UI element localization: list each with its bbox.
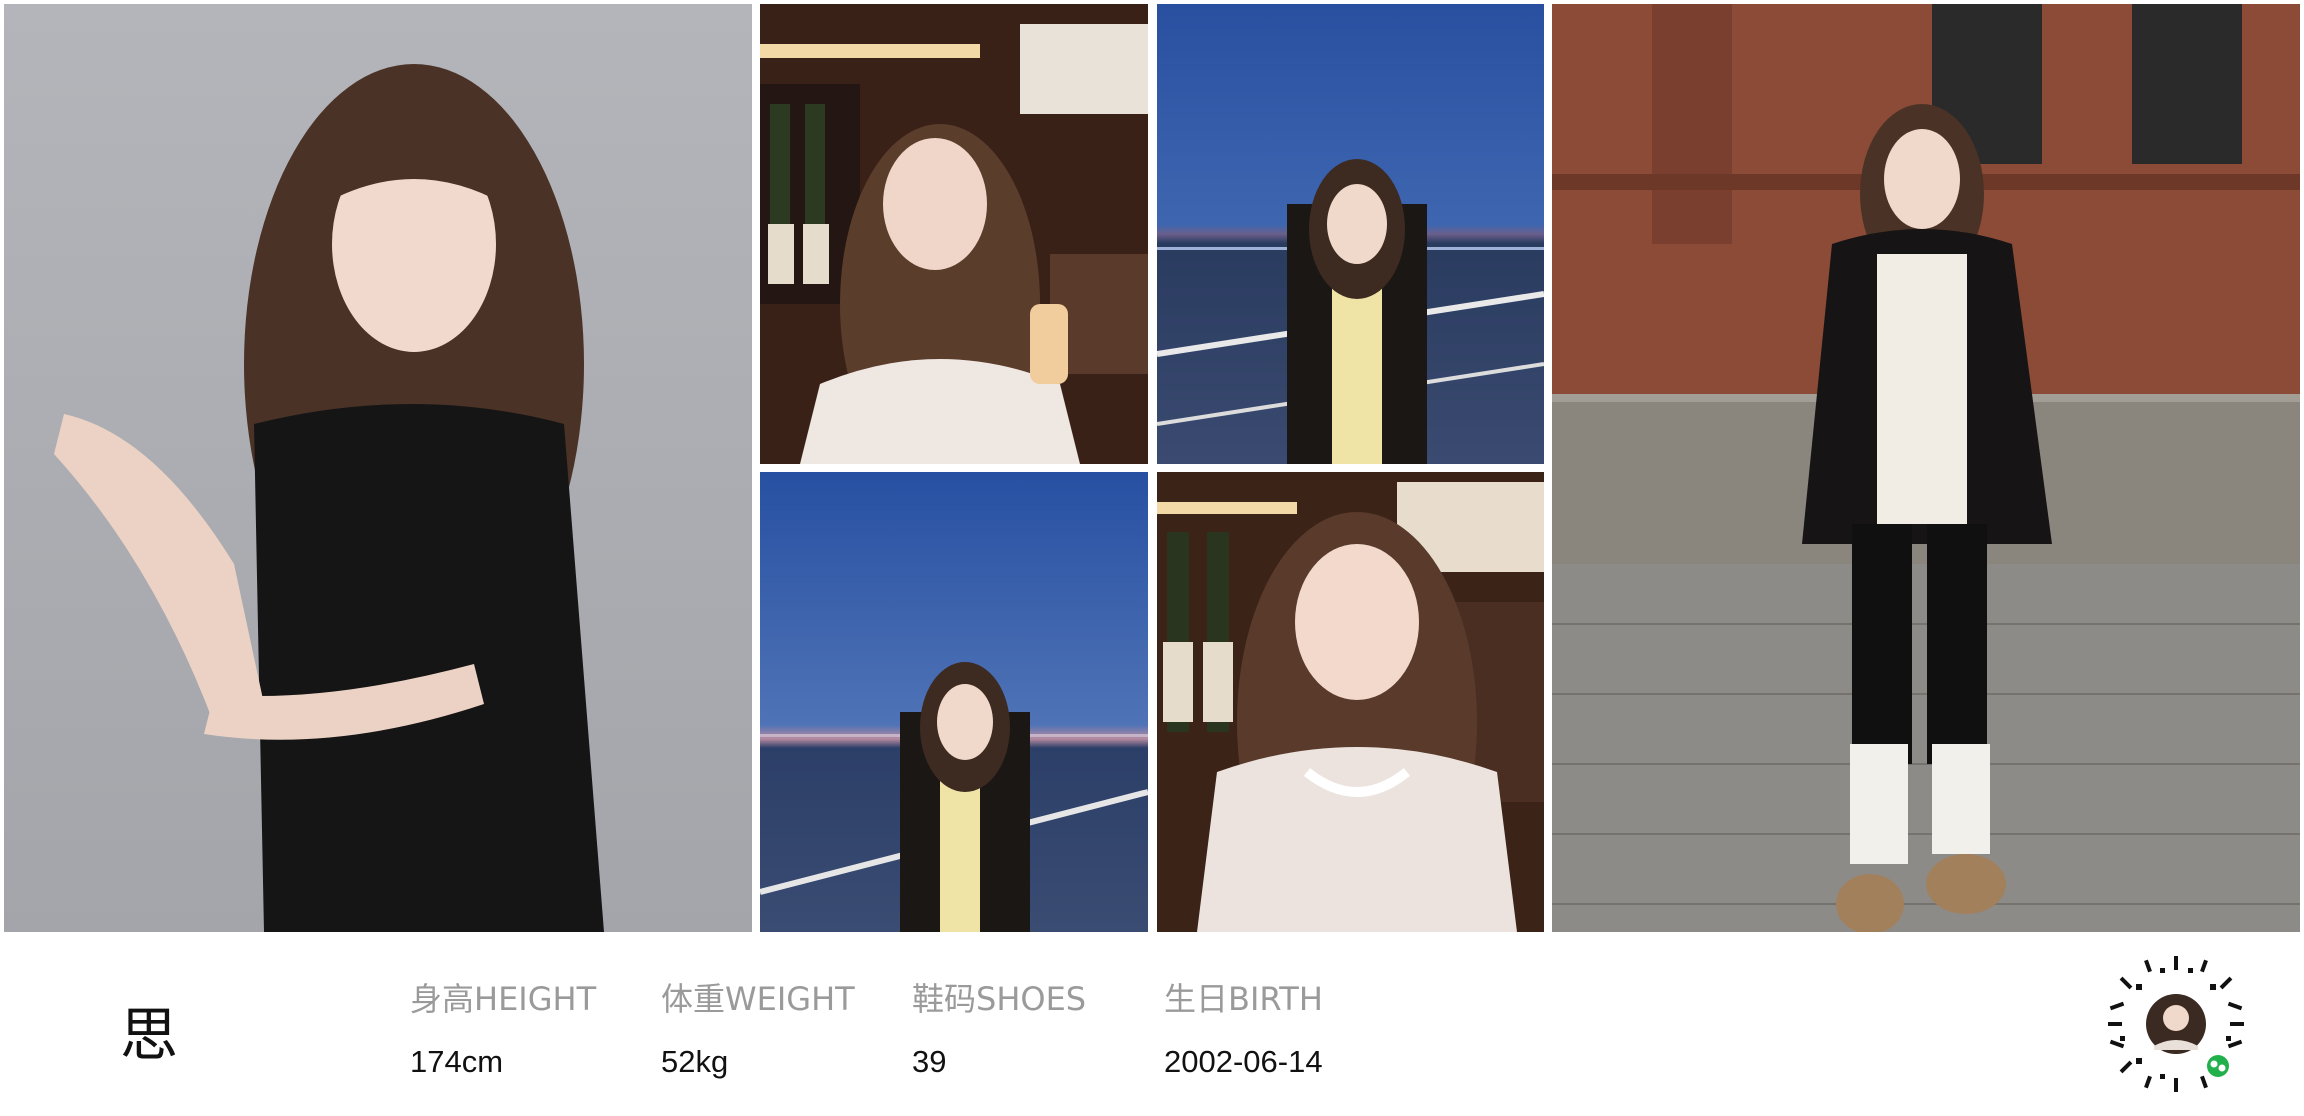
stat-weight-value: 52kg: [661, 1044, 729, 1079]
stat-height: 身高HEIGHT 174cm: [410, 974, 596, 1080]
stat-weight-label: 体重WEIGHT: [661, 980, 855, 1018]
bar-closeup-image: [1157, 472, 1544, 932]
qr-code-icon: [2108, 956, 2244, 1092]
stat-birth: 生日BIRTH 2002-06-14: [1164, 974, 1323, 1080]
photo-brick-building: [1552, 4, 2300, 932]
night-railing-2-image: [760, 472, 1148, 932]
mini-program-qr-code[interactable]: [2106, 954, 2246, 1094]
photo-bar-phone: [760, 4, 1148, 464]
photo-bar-closeup: [1157, 472, 1544, 932]
stat-shoes-value: 39: [912, 1044, 947, 1079]
model-name: 思: [120, 1001, 179, 1069]
bar-phone-image: [760, 4, 1148, 464]
stat-height-label: 身高HEIGHT: [410, 980, 597, 1018]
photo-studio-portrait: [4, 4, 752, 932]
photo-night-railing-2: [760, 472, 1148, 932]
stat-birth-label: 生日BIRTH: [1164, 980, 1323, 1018]
profile-info-bar: 思 身高HEIGHT 174cm 体重WEIGHT 52kg 鞋码SHOES 3…: [0, 932, 2304, 1116]
studio-portrait-image: [4, 4, 752, 932]
stat-shoes: 鞋码SHOES 39: [912, 974, 1086, 1080]
stat-weight: 体重WEIGHT 52kg: [661, 974, 855, 1080]
stat-birth-value: 2002-06-14: [1164, 1044, 1323, 1079]
brick-building-image: [1552, 4, 2300, 932]
night-railing-image: [1157, 4, 1544, 464]
stat-height-value: 174cm: [410, 1044, 504, 1079]
photo-night-railing: [1157, 4, 1544, 464]
stat-shoes-label: 鞋码SHOES: [912, 980, 1087, 1018]
